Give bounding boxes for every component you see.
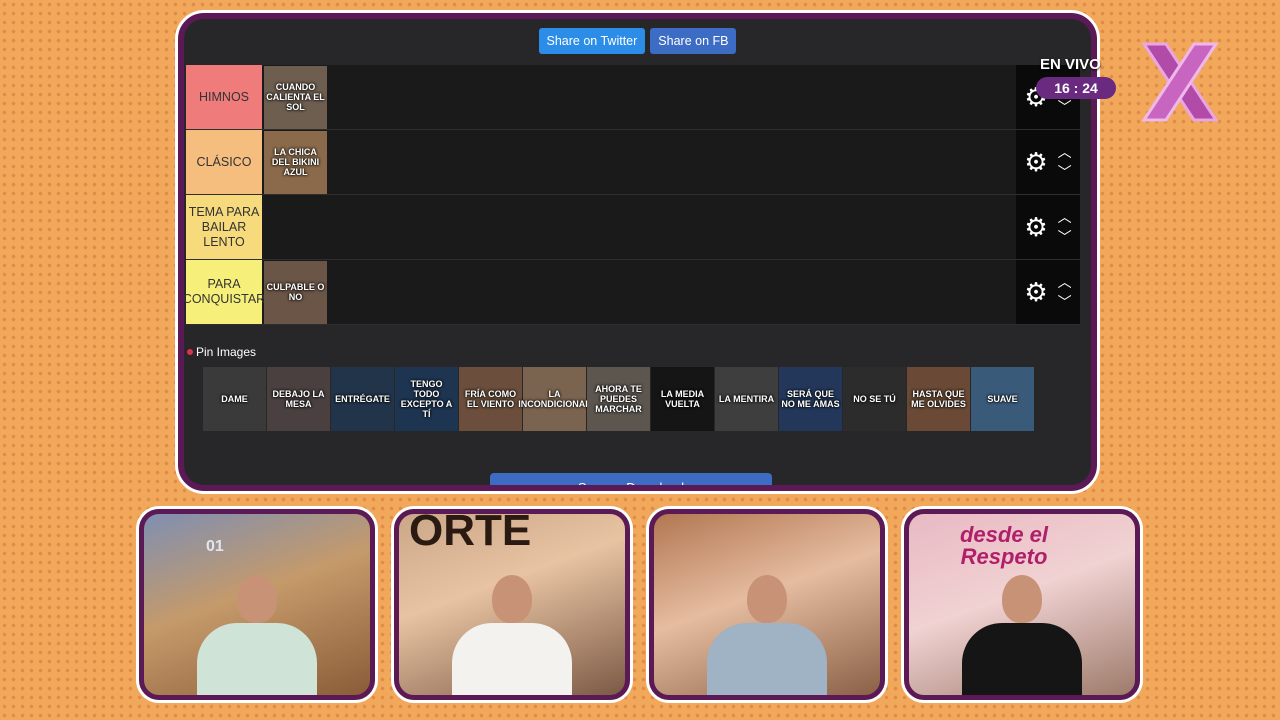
host-shirt — [707, 623, 827, 695]
host-figure — [962, 565, 1082, 695]
pinned-song-tile[interactable]: NO SE TÚ — [843, 367, 906, 431]
camera-overlay-text: 01 — [206, 538, 224, 555]
gear-icon[interactable]: ⚙ — [1024, 214, 1047, 240]
pinned-song-tile[interactable]: ENTRÉGATE — [331, 367, 394, 431]
tier-row: PARA CONQUISTAR CULPABLE O NO ⚙ ︿ ﹀ — [184, 260, 1080, 325]
pin-images-label: Pin Images — [187, 345, 256, 359]
camera-feed: desde el Respeto — [904, 509, 1140, 700]
pinned-images-row: DAME DEBAJO LA MESA ENTRÉGATE TENGO TODO EX… — [203, 367, 1035, 431]
host-head — [747, 575, 787, 623]
tier-list-window: Share on Twitter Share on FB HIMNOS CUAND… — [178, 13, 1097, 491]
tier-items: LA CHICA DEL BIKINI AZUL — [262, 130, 1016, 194]
camera-feed: ORTE — [394, 509, 630, 700]
song-tile[interactable]: CULPABLE O NO — [264, 260, 327, 324]
host-shirt — [452, 623, 572, 695]
pinned-song-tile[interactable]: SERÁ QUE NO ME AMAS — [779, 367, 842, 431]
tier-items: CUANDO CALIENTA EL SOL — [262, 65, 1016, 129]
camera-overlay-text: ORTE — [409, 509, 532, 555]
pinned-song-tile[interactable]: DAME — [203, 367, 266, 431]
pinned-song-tile[interactable]: DEBAJO LA MESA — [267, 367, 330, 431]
x-logo-icon — [1141, 42, 1219, 122]
pinned-song-tile[interactable]: HASTA QUE ME OLVIDES — [907, 367, 970, 431]
camera-overlay-text: desde el Respeto — [959, 522, 1049, 569]
tier-row: CLÁSICO LA CHICA DEL BIKINI AZUL ⚙ ︿ ﹀ — [186, 130, 1080, 195]
tier-items: CULPABLE O NO — [262, 260, 1016, 324]
chevron-down-icon[interactable]: ﹀ — [1058, 97, 1072, 117]
pin-icon — [187, 349, 193, 355]
pinned-song-tile[interactable]: AHORA TE PUEDES MARCHAR — [587, 367, 650, 431]
song-tile[interactable]: CUANDO CALIENTA EL SOL — [264, 65, 327, 129]
pinned-song-tile[interactable]: SUAVE — [971, 367, 1034, 431]
pinned-song-tile[interactable]: FRÍA COMO EL VIENTO — [459, 367, 522, 431]
share-fb-button[interactable]: Share on FB — [650, 28, 737, 54]
tier-label[interactable]: TEMA PARA BAILAR LENTO — [186, 195, 262, 259]
share-row: Share on Twitter Share on FB — [184, 28, 1091, 54]
host-figure — [707, 565, 827, 695]
tier-label[interactable]: HIMNOS — [186, 65, 262, 129]
tier-move-arrows: ︿﹀ — [1058, 272, 1072, 312]
live-label: EN VIVO — [1040, 56, 1101, 73]
tier-row: HIMNOSCUANDO CALIENTA EL SOL⚙︿﹀ — [186, 65, 1080, 130]
live-clock: 16 : 24 — [1036, 77, 1116, 99]
pinned-song-tile[interactable]: TENGO TODO EXCEPTO A TÍ — [395, 367, 458, 431]
tier-label[interactable]: PARA CONQUISTAR — [184, 260, 265, 324]
camera-feed: 01 — [139, 509, 375, 700]
host-head — [237, 575, 277, 623]
pinned-song-tile[interactable]: LA MEDIA VUELTA — [651, 367, 714, 431]
host-shirt — [962, 623, 1082, 695]
tier-controls: ⚙ ︿﹀ — [1016, 260, 1080, 324]
pin-images-text: Pin Images — [196, 345, 257, 359]
tier-items — [262, 195, 1016, 259]
chevron-down-icon[interactable]: ﹀ — [1058, 162, 1072, 182]
pinned-song-tile[interactable]: LA MENTIRA — [715, 367, 778, 431]
song-tile[interactable]: LA CHICA DEL BIKINI AZUL — [264, 130, 327, 194]
host-head — [492, 575, 532, 623]
tier-row: TEMA PARA BAILAR LENTO ⚙ ︿ ﹀ — [186, 195, 1080, 260]
gear-icon[interactable]: ⚙ — [1024, 149, 1047, 175]
tier-controls: ⚙ ︿﹀ — [1016, 130, 1080, 194]
live-indicator: EN VIVO 16 : 24 — [1036, 56, 1116, 99]
save-download-button[interactable]: Save or Download — [490, 473, 772, 485]
tier-move-arrows: ︿﹀ — [1058, 207, 1072, 247]
chevron-up-icon[interactable]: ︿ — [1058, 272, 1072, 292]
chevron-up-icon[interactable]: ︿ — [1058, 207, 1072, 227]
host-shirt — [197, 623, 317, 695]
gear-icon[interactable]: ⚙ — [1024, 279, 1047, 305]
pinned-song-tile[interactable]: LA INCONDICIONAL — [518, 367, 591, 431]
camera-feed — [649, 509, 885, 700]
host-head — [1002, 575, 1042, 623]
chevron-down-icon[interactable]: ﹀ — [1058, 292, 1072, 312]
tier-move-arrows: ︿﹀ — [1058, 142, 1072, 182]
tier-controls: ⚙ ︿﹀ — [1016, 195, 1080, 259]
host-figure — [452, 565, 572, 695]
tier-label[interactable]: CLÁSICO — [186, 130, 262, 194]
chevron-down-icon[interactable]: ﹀ — [1058, 227, 1072, 247]
share-twitter-button[interactable]: Share on Twitter — [538, 28, 646, 54]
host-figure — [197, 565, 317, 695]
tier-table: HIMNOSCUANDO CALIENTA EL SOL⚙︿﹀CLÁSICOLA… — [184, 65, 1080, 325]
chevron-up-icon[interactable]: ︿ — [1058, 142, 1072, 162]
